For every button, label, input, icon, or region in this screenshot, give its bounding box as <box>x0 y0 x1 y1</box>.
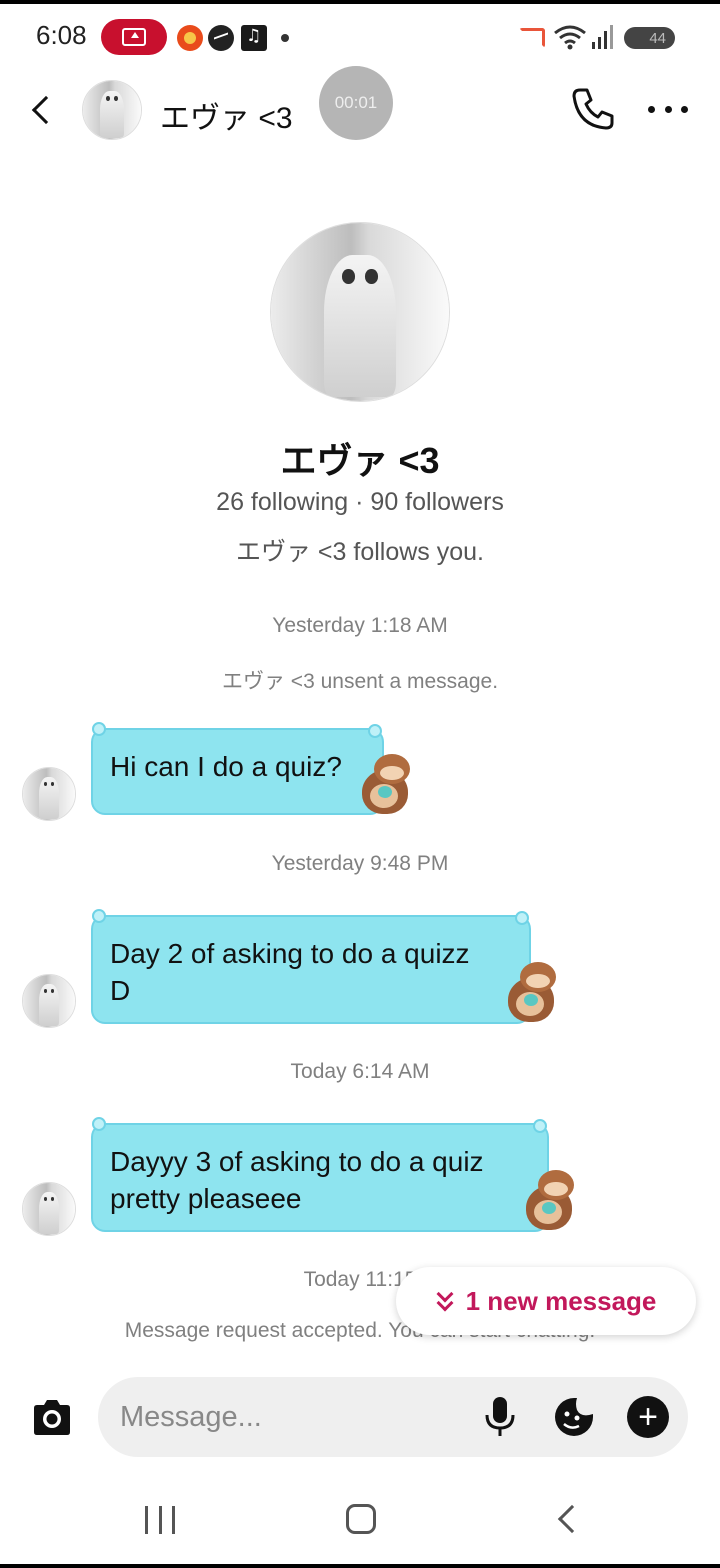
otter-sticker-icon <box>352 754 422 820</box>
app-notification-icon <box>177 25 203 51</box>
message-text: Hi can I do a quiz? <box>110 751 342 782</box>
profile-name: エヴァ <3 <box>280 440 440 481</box>
message-text-line: pretty pleaseee <box>110 1183 302 1214</box>
plus-icon[interactable]: + <box>627 1396 669 1438</box>
profile-avatar[interactable] <box>270 222 450 402</box>
unsent-notice: エヴァ <3 unsent a message. <box>221 670 499 693</box>
microphone-icon[interactable] <box>480 1395 520 1439</box>
timestamp: Yesterday 1:18 AM <box>272 614 448 637</box>
message-bubble[interactable]: Hi can I do a quiz? <box>91 722 384 815</box>
timestamp: Today 6:14 AM <box>290 1060 430 1083</box>
otter-sticker-icon <box>498 962 568 1028</box>
message-input[interactable] <box>120 1395 460 1439</box>
home-icon[interactable] <box>346 1504 376 1534</box>
music-icon <box>241 25 267 51</box>
message-text-line: D <box>110 975 131 1006</box>
chevron-down-icon <box>436 1285 456 1314</box>
message-avatar[interactable] <box>22 974 76 1028</box>
otter-sticker-icon <box>516 1170 586 1236</box>
message-composer: + <box>98 1377 688 1457</box>
status-bar: 6:08 44 <box>0 0 720 66</box>
battery-icon: 44 <box>624 27 675 49</box>
messenger-icon <box>208 25 234 51</box>
phone-icon[interactable] <box>570 86 616 132</box>
profile-stats: 26 following · 90 followers <box>216 488 504 516</box>
timestamp: Yesterday 9:48 PM <box>271 852 449 875</box>
recent-apps-icon[interactable] <box>145 1506 175 1534</box>
profile-follows-you: エヴァ <3 follows you. <box>235 538 484 566</box>
back-icon <box>31 95 61 125</box>
call-timer[interactable]: 00:01 <box>319 66 393 140</box>
camera-icon[interactable] <box>30 1396 74 1440</box>
nav-back-icon[interactable] <box>556 1504 587 1534</box>
cast-icon <box>519 28 545 48</box>
status-time: 6:08 <box>36 20 87 50</box>
more-notifications-icon <box>281 34 289 42</box>
back-button[interactable] <box>24 88 61 132</box>
header-contact-name[interactable]: エヴァ <3 <box>160 93 293 137</box>
message-bubble[interactable]: Dayyy 3 of asking to do a quiz pretty pl… <box>91 1117 549 1232</box>
message-text-line: Dayyy 3 of asking to do a quiz <box>110 1146 484 1177</box>
wifi-icon <box>554 25 586 50</box>
more-icon[interactable] <box>648 104 688 114</box>
sticker-icon[interactable] <box>553 1396 595 1438</box>
message-avatar[interactable] <box>22 767 76 821</box>
chat-header: エヴァ <3 00:01 <box>0 66 720 156</box>
system-nav-bar <box>0 1478 720 1568</box>
header-avatar[interactable] <box>82 80 142 140</box>
message-text-line: Day 2 of asking to do a quizz <box>110 938 470 969</box>
new-message-label: 1 new message <box>465 1285 657 1316</box>
message-avatar[interactable] <box>22 1182 76 1236</box>
screen-record-icon[interactable] <box>101 19 167 55</box>
new-message-button[interactable]: 1 new message <box>396 1267 696 1335</box>
signal-icon <box>592 25 613 49</box>
battery-level: 44 <box>649 29 666 47</box>
message-bubble[interactable]: Day 2 of asking to do a quizz D <box>91 909 531 1024</box>
